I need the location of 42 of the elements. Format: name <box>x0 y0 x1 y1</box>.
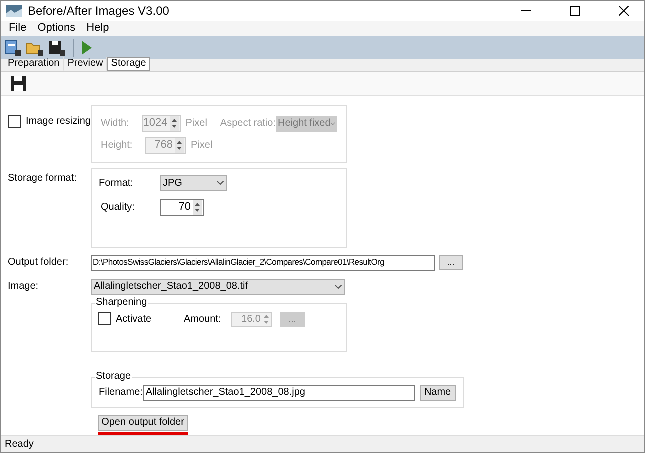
play-icon[interactable] <box>81 40 93 56</box>
unit-label: Pixel <box>186 117 208 132</box>
name-button[interactable]: Name <box>420 384 456 401</box>
spinner-arrows-icon <box>263 313 270 326</box>
field-label: Image: <box>8 281 39 292</box>
tab[interactable]: Preparation <box>4 57 64 72</box>
group-title: Sharpening <box>95 297 148 310</box>
menu-item[interactable]: Options <box>34 20 80 37</box>
open-output-folder-button[interactable]: Open output folder <box>98 415 188 432</box>
checkbox-label: Activate <box>116 313 153 328</box>
group-title: Storage <box>95 371 132 384</box>
image-dropdown[interactable]: Allalingletscher_Stao1_2008_08.tif <box>91 278 345 295</box>
save-icon[interactable] <box>11 76 26 92</box>
field-label: Aspect ratio: <box>220 117 276 132</box>
app-icon <box>6 4 22 18</box>
menu-item[interactable]: File <box>5 20 31 37</box>
browse-button[interactable]: ... <box>439 255 463 270</box>
field-label: Quality: <box>100 201 136 216</box>
save-icon[interactable] <box>48 38 66 57</box>
spinner-arrows-icon <box>193 200 202 216</box>
tab[interactable]: Storage <box>107 57 150 72</box>
new-project-icon[interactable] <box>4 38 22 57</box>
menu-item[interactable]: Help <box>82 20 114 37</box>
filename-field[interactable]: Allalingletscher_Stao1_2008_08.jpg <box>142 384 415 401</box>
unit-label: Pixel <box>191 139 213 154</box>
field-label: Height: <box>101 139 134 154</box>
field-label: Width: <box>101 117 130 132</box>
field-label: Storage format: <box>8 173 77 184</box>
maximize-icon[interactable] <box>570 6 580 16</box>
spinner-arrows-icon <box>170 116 179 132</box>
checkbox-label: Image resizing <box>26 115 91 128</box>
spin-field[interactable]: 70 <box>160 199 204 216</box>
window-title: Before/After Images V3.00 <box>28 2 170 20</box>
field-label: Amount: <box>184 313 222 328</box>
close-icon[interactable] <box>619 6 629 16</box>
field-label: Filename: <box>99 386 143 400</box>
status-text: Ready <box>5 438 34 452</box>
output-folder-field[interactable]: D:\PhotosSwissGlaciers\Glaciers\AllalinGlacier_2\Compares\Compare01\ResultOrg <box>91 254 435 271</box>
field-label: Output folder: <box>8 257 69 268</box>
spinner-arrows-icon <box>175 138 184 154</box>
format-dropdown[interactable]: JPG <box>160 175 227 192</box>
field-label: Format: <box>99 176 134 191</box>
